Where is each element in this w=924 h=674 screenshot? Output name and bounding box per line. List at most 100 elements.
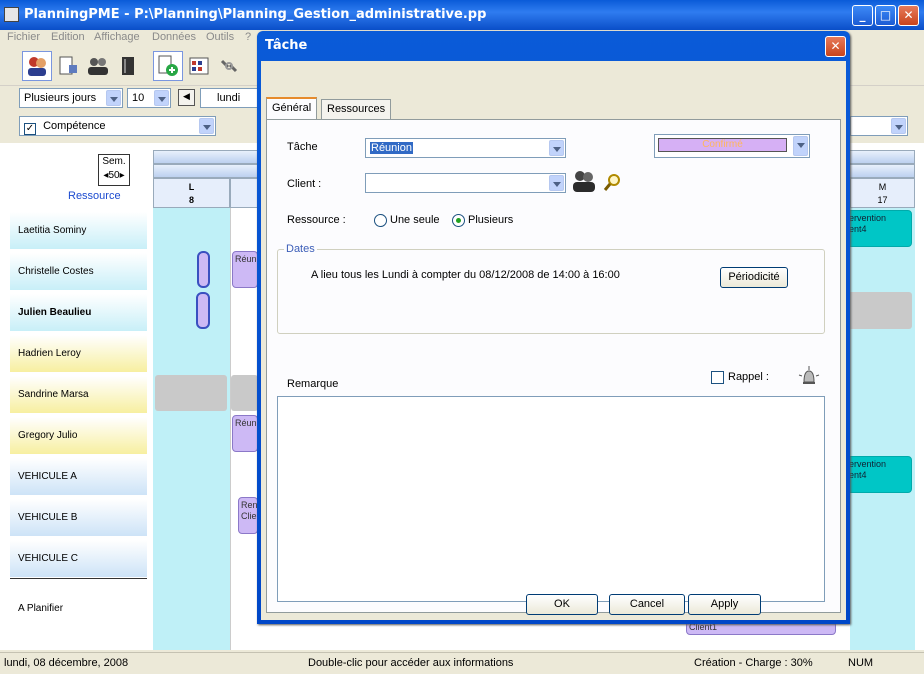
resource-row[interactable]: Gregory Julio (10, 417, 147, 454)
menu-donnees[interactable]: Données (152, 31, 196, 43)
task-block[interactable]: ervention ent4 (846, 456, 912, 493)
task-label: ervention (849, 213, 887, 223)
week-label: Sem. (102, 156, 126, 167)
apply-button[interactable]: Apply (688, 594, 761, 615)
reminder-checkbox[interactable] (711, 371, 724, 384)
chevron-down-icon[interactable] (891, 118, 906, 134)
general-panel: Tâche Réunion Confirmé Client : Ressourc… (266, 119, 841, 613)
menu-affichage[interactable]: Affichage (94, 31, 140, 43)
row-divider (10, 578, 147, 579)
tab-general[interactable]: Général (266, 97, 318, 119)
day-header-monday[interactable]: L 8 (153, 178, 230, 208)
bell-icon[interactable] (796, 365, 822, 392)
task-block[interactable] (197, 251, 210, 288)
chevron-down-icon[interactable] (106, 90, 121, 106)
resource-header[interactable]: Ressource (68, 190, 121, 202)
close-button[interactable]: ✕ (898, 5, 919, 26)
secondary-filter-select[interactable] (850, 116, 908, 136)
menu-outils[interactable]: Outils (206, 31, 234, 43)
ok-button[interactable]: OK (526, 594, 598, 615)
task-block[interactable]: ervention ent4 (846, 210, 912, 247)
clients-view-button[interactable] (83, 51, 113, 81)
competence-filter-select[interactable]: ✓ Compétence (19, 116, 216, 136)
day-header-wednesday[interactable]: M 17 (850, 178, 915, 208)
date-field[interactable]: lundi (200, 88, 260, 108)
search-icon[interactable] (603, 172, 623, 195)
dates-group (277, 249, 825, 334)
menu-help[interactable]: ? (245, 31, 251, 43)
chevron-down-icon[interactable] (154, 90, 169, 106)
task-label: Clie (241, 511, 257, 521)
people-icon (88, 58, 108, 75)
view-mode-select[interactable]: Plusieurs jours (19, 88, 123, 108)
tab-resources[interactable]: Ressources (321, 99, 392, 119)
resource-name: A Planifier (18, 602, 64, 614)
resource-row[interactable]: VEHICULE B (10, 499, 147, 536)
minimize-button[interactable]: _ (852, 5, 873, 26)
menu-edition[interactable]: Edition (51, 31, 85, 43)
day-count-select[interactable]: 10 (127, 88, 171, 108)
task-label: Ren (241, 500, 258, 510)
day-letter: L (188, 182, 195, 192)
dialog-close-button[interactable]: ✕ (825, 36, 846, 57)
task-block[interactable]: Réun (232, 251, 258, 288)
chevron-down-icon[interactable] (793, 136, 808, 156)
resource-row[interactable]: A Planifier (10, 588, 147, 628)
projects-view-button[interactable] (113, 51, 143, 81)
client-people-icon[interactable] (570, 168, 598, 197)
periodicity-button[interactable]: Périodicité (720, 267, 788, 288)
unavailable-block[interactable] (231, 375, 258, 411)
link-button[interactable] (214, 51, 244, 81)
chevron-down-icon[interactable] (549, 140, 564, 156)
menu-fichier[interactable]: Fichier (7, 31, 40, 43)
resource-name: VEHICULE A (18, 471, 77, 482)
maximize-button[interactable]: □ (875, 5, 896, 26)
tasks-view-button[interactable] (53, 51, 83, 81)
resource-multiple-radio[interactable] (452, 214, 465, 227)
day-number: 8 (188, 195, 194, 205)
resource-row[interactable]: Sandrine Marsa (10, 376, 147, 413)
resource-single-radio[interactable] (374, 214, 387, 227)
client-select[interactable] (365, 173, 566, 193)
week-selector[interactable]: Sem. ◂50▸ (98, 154, 130, 186)
day-number: 17 (877, 195, 888, 205)
resource-row[interactable]: VEHICULE A (10, 458, 147, 495)
day-count-value: 10 (132, 92, 145, 104)
day-column-monday[interactable] (153, 208, 230, 650)
resource-row[interactable]: Hadrien Leroy (10, 335, 147, 372)
resource-name: VEHICULE B (18, 512, 78, 523)
task-block[interactable]: Réun (232, 415, 258, 452)
users-icon (28, 57, 46, 76)
resource-name: Hadrien Leroy (18, 348, 81, 359)
day-column-wednesday[interactable] (850, 208, 915, 650)
client-label: Client : (287, 178, 322, 190)
chevron-down-icon[interactable] (549, 175, 564, 191)
task-label: Tâche (287, 141, 318, 153)
grid-calendar-icon (189, 57, 209, 75)
resource-row[interactable]: VEHICULE C (10, 540, 147, 577)
chain-link-icon (220, 59, 238, 73)
status-select[interactable]: Confirmé (654, 134, 810, 158)
checkbox-icon[interactable]: ✓ (24, 123, 36, 135)
resource-row[interactable]: Julien Beaulieu (10, 294, 147, 331)
calendar-button[interactable] (184, 51, 214, 81)
cancel-button[interactable]: Cancel (609, 594, 685, 615)
previous-day-button[interactable]: ◀ (178, 89, 195, 106)
add-task-button[interactable] (153, 51, 183, 81)
task-block[interactable] (196, 292, 210, 329)
chevron-down-icon[interactable] (199, 118, 214, 134)
unavailable-block[interactable] (155, 375, 227, 411)
task-select[interactable]: Réunion (365, 138, 566, 158)
task-block[interactable]: Ren Clie (238, 497, 258, 534)
resource-row[interactable]: Laetitia Sominy (10, 212, 147, 249)
app-icon (4, 7, 19, 22)
unavailable-block[interactable] (846, 292, 912, 329)
resource-name: Laetitia Sominy (18, 225, 87, 236)
resource-row[interactable]: Christelle Costes (10, 253, 147, 290)
day-header-next[interactable] (230, 178, 258, 208)
filter-label: Compétence (43, 120, 106, 132)
resource-single-label: Une seule (390, 214, 440, 226)
resources-view-button[interactable] (22, 51, 52, 81)
remark-textarea[interactable] (277, 396, 825, 602)
remark-label: Remarque (287, 378, 339, 390)
